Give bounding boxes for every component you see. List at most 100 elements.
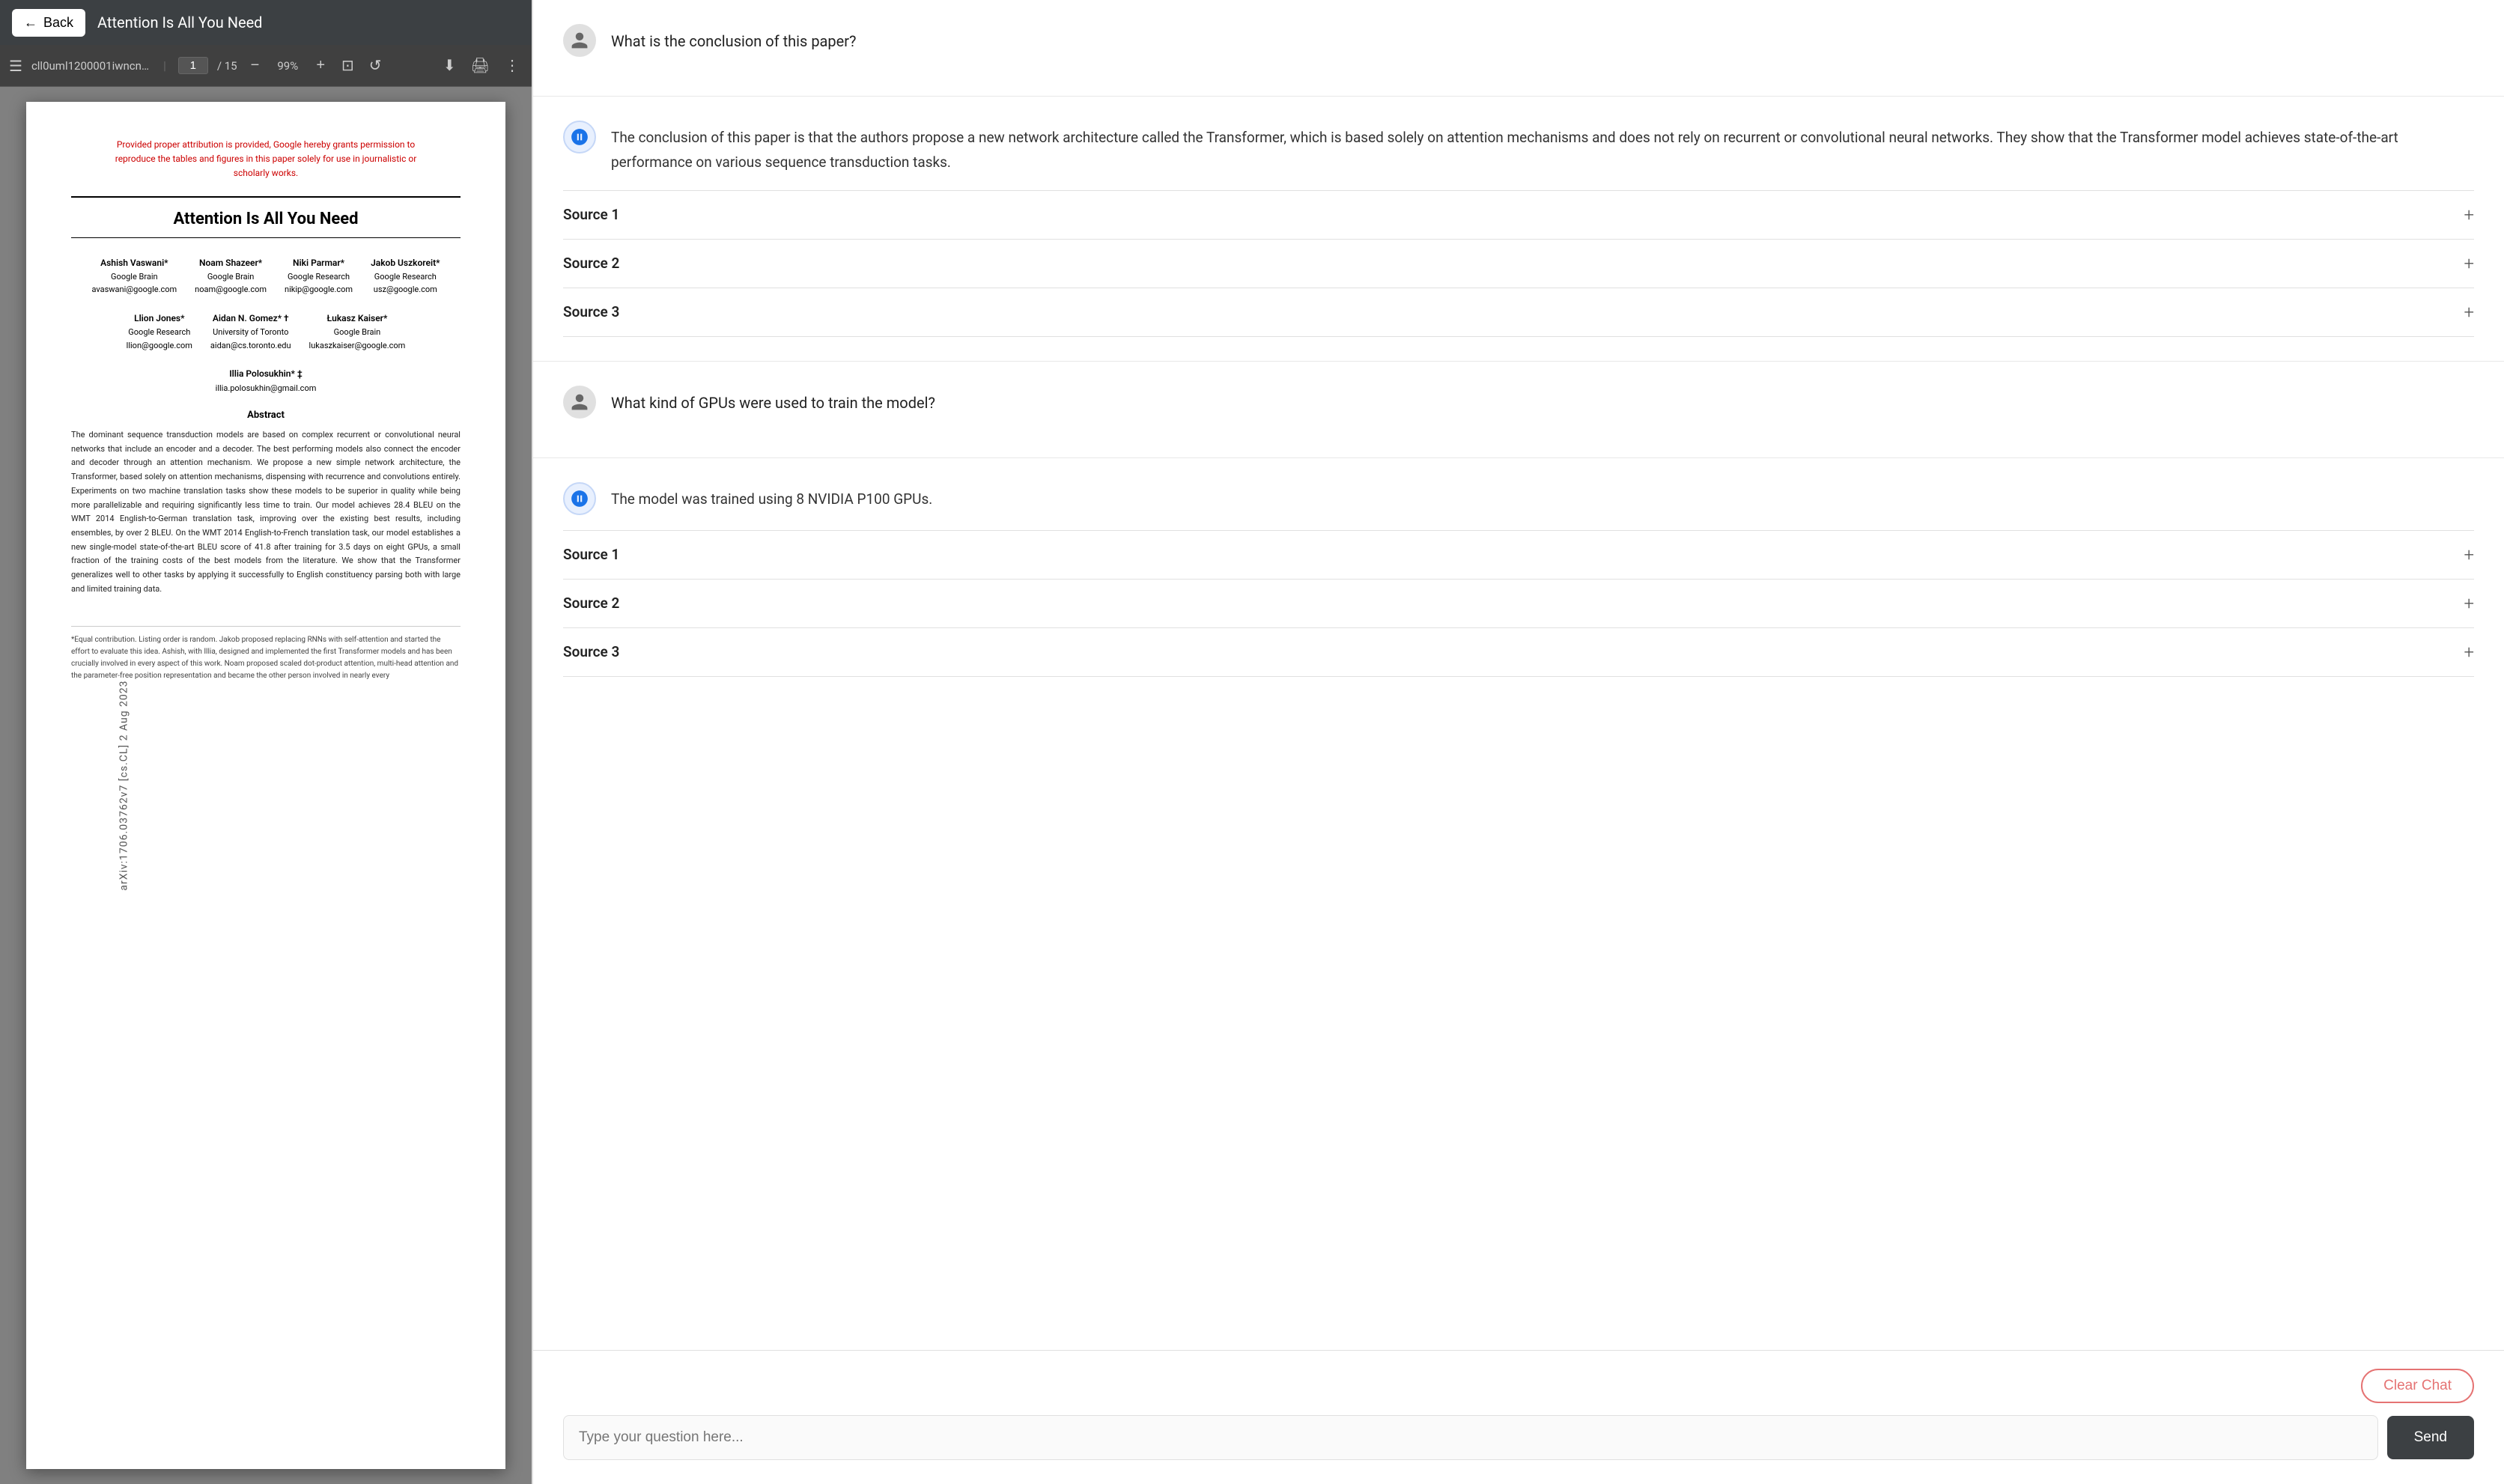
zoom-out-button[interactable]: − <box>246 55 264 76</box>
chat-panel: What is the conclusion of this paper? Th… <box>532 0 2504 1484</box>
menu-icon[interactable]: ☰ <box>9 57 22 75</box>
bot-answer-1: The conclusion of this paper is that the… <box>611 121 2474 175</box>
author-shazeer: Noam Shazeer* Google Brain noam@google.c… <box>195 256 267 297</box>
paper-title: Attention Is All You Need <box>71 210 461 228</box>
author-name: Niki Parmar* <box>285 256 353 270</box>
title-divider <box>71 237 461 238</box>
user-question-2: What kind of GPUs were used to train the… <box>611 386 935 414</box>
chat-block-q1: What is the conclusion of this paper? <box>533 0 2504 97</box>
author-name: Aidan N. Gomez* † <box>210 311 291 326</box>
pdf-panel: ← Back Attention Is All You Need ☰ cll0u… <box>0 0 532 1484</box>
fit-page-button[interactable]: ⊡ <box>338 53 357 78</box>
user-message-row-1: What is the conclusion of this paper? <box>563 24 2474 57</box>
author-uszkoreit: Jakob Uszkoreit* Google Research usz@goo… <box>371 256 440 297</box>
abstract-text: The dominant sequence transduction model… <box>71 428 461 596</box>
back-arrow-icon: ← <box>24 15 37 31</box>
toolbar-separator: | <box>163 58 166 73</box>
clear-chat-row: Clear Chat <box>563 1369 2474 1403</box>
page-total: / 15 <box>217 59 237 73</box>
print-button[interactable]: 🖨 <box>468 53 493 78</box>
abstract-section: Abstract The dominant sequence transduct… <box>71 410 461 596</box>
bot-message-row-1: The conclusion of this paper is that the… <box>563 121 2474 175</box>
bot-avatar-2 <box>563 482 596 515</box>
author-name: Illia Polosukhin* ‡ <box>216 367 317 381</box>
source-label: Source 1 <box>563 206 619 223</box>
author-affiliation: Google Research <box>127 326 192 339</box>
source-label: Source 3 <box>563 643 619 660</box>
author-polosukhin: Illia Polosukhin* ‡ illia.polosukhin@gma… <box>216 367 317 395</box>
page-number-input[interactable] <box>178 57 208 74</box>
source-expand-icon: + <box>2464 204 2474 225</box>
author-email: llion@google.com <box>127 339 192 353</box>
author-affiliation: University of Toronto <box>210 326 291 339</box>
source-item-2-1[interactable]: Source 1 + <box>563 530 2474 579</box>
zoom-in-button[interactable]: + <box>312 55 329 76</box>
arxiv-watermark: arXiv:1706.03762v7 [cs.CL] 2 Aug 2023 <box>118 680 130 890</box>
bot-answer-2: The model was trained using 8 NVIDIA P10… <box>611 482 932 511</box>
author-email: nikip@google.com <box>285 283 353 297</box>
download-button[interactable]: ⬇ <box>440 53 459 78</box>
chat-block-a1: The conclusion of this paper is that the… <box>533 97 2504 362</box>
author-name: Llion Jones* <box>127 311 192 326</box>
authors-section-3: Illia Polosukhin* ‡ illia.polosukhin@gma… <box>71 367 461 395</box>
author-name: Łukasz Kaiser* <box>309 311 406 326</box>
back-button[interactable]: ← Back <box>12 9 85 37</box>
chat-input[interactable] <box>563 1415 2378 1460</box>
pdf-content: arXiv:1706.03762v7 [cs.CL] 2 Aug 2023 Pr… <box>0 87 532 1484</box>
source-expand-icon: + <box>2464 642 2474 663</box>
user-avatar-2 <box>563 386 596 419</box>
authors-section-2: Llion Jones* Google Research llion@googl… <box>71 311 461 352</box>
send-button[interactable]: Send <box>2387 1416 2474 1459</box>
chat-block-a2: The model was trained using 8 NVIDIA P10… <box>533 458 2504 701</box>
author-gomez: Aidan N. Gomez* † University of Toronto … <box>210 311 291 352</box>
source-item-2-3[interactable]: Source 3 + <box>563 627 2474 677</box>
top-divider <box>71 196 461 198</box>
author-affiliation: Google Research <box>371 270 440 284</box>
source-item-2-2[interactable]: Source 2 + <box>563 579 2474 627</box>
source-expand-icon: + <box>2464 253 2474 274</box>
author-vaswani: Ashish Vaswani* Google Brain avaswani@go… <box>91 256 177 297</box>
source-label: Source 2 <box>563 255 619 272</box>
pdf-page: arXiv:1706.03762v7 [cs.CL] 2 Aug 2023 Pr… <box>26 102 505 1469</box>
chat-block-q2: What kind of GPUs were used to train the… <box>533 362 2504 458</box>
permission-notice: Provided proper attribution is provided,… <box>71 138 461 181</box>
author-email: avaswani@google.com <box>91 283 177 297</box>
author-email: illia.polosukhin@gmail.com <box>216 382 317 395</box>
clear-chat-button[interactable]: Clear Chat <box>2361 1369 2474 1403</box>
source-item-1-3[interactable]: Source 3 + <box>563 288 2474 337</box>
author-name: Jakob Uszkoreit* <box>371 256 440 270</box>
pdf-filename: cll0uml1200001iwncno9... <box>31 59 151 73</box>
user-message-row-2: What kind of GPUs were used to train the… <box>563 386 2474 419</box>
author-name: Ashish Vaswani* <box>91 256 177 270</box>
pdf-topbar: ← Back Attention Is All You Need <box>0 0 532 45</box>
pdf-toolbar: ☰ cll0uml1200001iwncno9... | / 15 − 99% … <box>0 45 532 87</box>
bot-avatar-1 <box>563 121 596 153</box>
author-kaiser: Łukasz Kaiser* Google Brain lukaszkaiser… <box>309 311 406 352</box>
source-expand-icon: + <box>2464 593 2474 614</box>
source-expand-icon: + <box>2464 544 2474 565</box>
author-email: lukaszkaiser@google.com <box>309 339 406 353</box>
pdf-footnote: *Equal contribution. Listing order is ra… <box>71 626 461 682</box>
pdf-title: Attention Is All You Need <box>97 13 262 31</box>
author-affiliation: Google Research <box>285 270 353 284</box>
source-item-1-2[interactable]: Source 2 + <box>563 239 2474 288</box>
source-label: Source 3 <box>563 303 619 320</box>
back-label: Back <box>43 15 73 31</box>
authors-section: Ashish Vaswani* Google Brain avaswani@go… <box>71 256 461 297</box>
author-email: aidan@cs.toronto.edu <box>210 339 291 353</box>
author-parmar: Niki Parmar* Google Research nikip@googl… <box>285 256 353 297</box>
author-jones: Llion Jones* Google Research llion@googl… <box>127 311 192 352</box>
chat-footer: Clear Chat Send <box>533 1350 2504 1484</box>
chat-messages: What is the conclusion of this paper? Th… <box>533 0 2504 1350</box>
source-accordion-2: Source 1 + Source 2 + Source 3 + <box>563 530 2474 677</box>
source-label: Source 2 <box>563 594 619 612</box>
author-affiliation: Google Brain <box>309 326 406 339</box>
more-options-button[interactable]: ⋮ <box>502 53 523 78</box>
source-item-1-1[interactable]: Source 1 + <box>563 190 2474 239</box>
source-accordion-1: Source 1 + Source 2 + Source 3 + <box>563 190 2474 337</box>
source-label: Source 1 <box>563 546 619 563</box>
rotate-button[interactable]: ↺ <box>366 53 385 78</box>
chat-input-row: Send <box>563 1415 2474 1460</box>
author-affiliation: Google Brain <box>195 270 267 284</box>
author-name: Noam Shazeer* <box>195 256 267 270</box>
